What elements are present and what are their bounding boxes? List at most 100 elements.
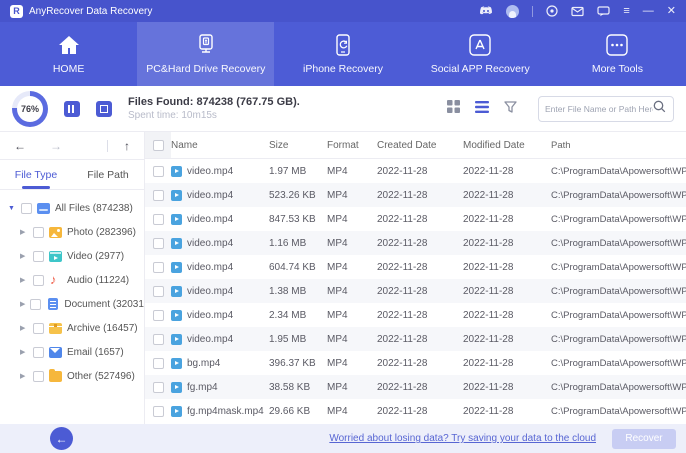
column-name[interactable]: Name	[171, 140, 269, 151]
list-view-icon[interactable]	[475, 100, 489, 118]
tab-file-type[interactable]: File Type	[0, 160, 72, 189]
filter-icon[interactable]	[504, 100, 517, 118]
app-title: AnyRecover Data Recovery	[29, 5, 153, 17]
row-checkbox[interactable]	[152, 357, 164, 369]
minimize-icon[interactable]: —	[643, 5, 654, 17]
column-path[interactable]: Path	[551, 140, 686, 151]
tree-item-all-files[interactable]: ▼ All Files (874238)	[0, 196, 144, 220]
tree-checkbox[interactable]	[33, 226, 44, 238]
row-checkbox[interactable]	[152, 309, 164, 321]
tree-item-video[interactable]: ▶ Video (2977)	[0, 244, 144, 268]
search-icon[interactable]	[653, 100, 666, 118]
menu-icon[interactable]: ≡	[623, 5, 629, 17]
select-all-checkbox[interactable]	[152, 139, 164, 151]
search-input[interactable]	[545, 103, 653, 114]
row-checkbox[interactable]	[152, 381, 164, 393]
forward-arrow-icon[interactable]: →	[50, 139, 62, 153]
row-checkbox[interactable]	[152, 189, 164, 201]
tree-item-other[interactable]: ▶ Other (527496)	[0, 364, 144, 388]
pause-button[interactable]	[64, 100, 80, 117]
close-icon[interactable]: ✕	[667, 5, 676, 17]
photo-icon	[49, 226, 62, 238]
tab-pc-hard-drive-recovery[interactable]: PC&Hard Drive Recovery	[137, 22, 275, 86]
user-avatar[interactable]	[506, 4, 520, 18]
table-row[interactable]: fg.mp4mask.mp4 29.66 KB MP4 2022-11-28 2022-…	[145, 399, 686, 423]
feedback-chat-icon[interactable]	[597, 5, 610, 17]
table-row[interactable]: video.mp4 1.16 MB MP4 2022-11-28 2022-11-28 C…	[145, 231, 686, 255]
caret-right-icon[interactable]: ▶	[20, 228, 28, 236]
file-created-date: 2022-11-28	[377, 237, 428, 249]
row-checkbox[interactable]	[152, 237, 164, 249]
mail-icon[interactable]	[571, 6, 584, 17]
column-size[interactable]: Size	[269, 140, 327, 151]
tree-checkbox[interactable]	[33, 274, 44, 286]
caret-right-icon[interactable]: ▶	[20, 324, 28, 332]
video-icon	[49, 250, 62, 262]
video-file-icon	[171, 381, 182, 393]
caret-right-icon[interactable]: ▶	[20, 276, 28, 284]
tree-checkbox[interactable]	[30, 298, 42, 310]
table-row[interactable]: bg.mp4 396.37 KB MP4 2022-11-28 2022-11-28 C:…	[145, 351, 686, 375]
file-name: video.mp4	[187, 285, 234, 297]
files-found-text: Files Found: 874238 (767.75 GB).	[128, 96, 300, 108]
table-row[interactable]: video.mp4 1.38 MB MP4 2022-11-28 2022-11-28 C…	[145, 279, 686, 303]
cloud-save-link[interactable]: Worried about losing data? Try saving yo…	[329, 433, 596, 444]
tree-item-photo[interactable]: ▶ Photo (282396)	[0, 220, 144, 244]
tab-file-path[interactable]: File Path	[72, 160, 144, 189]
file-size: 1.16 MB	[269, 237, 307, 249]
tree-item-document[interactable]: ▶ Document (32031)	[0, 292, 144, 316]
file-format: MP4	[327, 237, 348, 249]
row-checkbox[interactable]	[152, 405, 164, 417]
row-checkbox[interactable]	[152, 333, 164, 345]
file-name: bg.mp4	[187, 357, 221, 369]
file-path: C:\ProgramData\Apowersoft\WP...	[551, 333, 686, 345]
tab-iphone-recovery[interactable]: iPhone Recovery	[274, 22, 411, 86]
caret-down-icon[interactable]: ▼	[8, 205, 16, 212]
row-checkbox[interactable]	[152, 285, 164, 297]
back-arrow-icon[interactable]: ←	[14, 139, 26, 153]
caret-right-icon[interactable]: ▶	[20, 300, 25, 308]
file-size: 1.38 MB	[269, 285, 307, 297]
table-row[interactable]: video.mp4 1.95 MB MP4 2022-11-28 2022-11-28 C…	[145, 327, 686, 351]
table-row[interactable]: video.mp4 847.53 KB MP4 2022-11-28 2022-11-2…	[145, 207, 686, 231]
video-file-icon	[171, 165, 182, 177]
tree-checkbox[interactable]	[33, 322, 44, 334]
file-size: 38.58 KB	[269, 381, 311, 393]
column-format[interactable]: Format	[327, 140, 377, 151]
tree-item-email[interactable]: ▶ Email (1657)	[0, 340, 144, 364]
tree-checkbox[interactable]	[33, 370, 44, 382]
caret-right-icon[interactable]: ▶	[20, 348, 28, 356]
row-checkbox[interactable]	[152, 165, 164, 177]
table-row[interactable]: video.mp4 604.74 KB MP4 2022-11-28 2022-11-2…	[145, 255, 686, 279]
caret-right-icon[interactable]: ▶	[20, 252, 28, 260]
file-format: MP4	[327, 333, 348, 345]
column-modified-date[interactable]: Modified Date	[463, 140, 551, 151]
column-created-date[interactable]: Created Date	[377, 140, 463, 151]
tree-checkbox[interactable]	[33, 250, 44, 262]
tree-checkbox[interactable]	[33, 346, 44, 358]
recover-button[interactable]: Recover	[612, 428, 676, 449]
tree-item-archive[interactable]: ▶ Archive (16457)	[0, 316, 144, 340]
up-arrow-icon[interactable]: ↑	[124, 139, 130, 153]
file-name: video.mp4	[187, 165, 234, 177]
caret-right-icon[interactable]: ▶	[20, 372, 28, 380]
tab-home[interactable]: HOME	[0, 22, 137, 86]
tab-more-tools[interactable]: More Tools	[549, 22, 686, 86]
grid-view-icon[interactable]	[447, 99, 460, 118]
file-size: 2.34 MB	[269, 309, 307, 321]
row-checkbox[interactable]	[152, 213, 164, 225]
main-area: ← → ↑ File Type File Path ▼ All Files (87…	[0, 132, 686, 424]
tree-checkbox[interactable]	[21, 202, 32, 214]
tree-item-audio[interactable]: ▶ Audio (11224)	[0, 268, 144, 292]
discord-icon[interactable]	[479, 6, 493, 16]
stop-button[interactable]	[96, 100, 112, 117]
settings-icon[interactable]	[546, 5, 558, 17]
table-row[interactable]: video.mp4 1.97 MB MP4 2022-11-28 2022-11-28 C…	[145, 159, 686, 183]
table-row[interactable]: fg.mp4 38.58 KB MP4 2022-11-28 2022-11-28 C:\…	[145, 375, 686, 399]
table-row[interactable]: video.mp4 2.34 MB MP4 2022-11-28 2022-11-28 C…	[145, 303, 686, 327]
tab-social-app-recovery[interactable]: Social APP Recovery	[412, 22, 549, 86]
table-row[interactable]: video.mp4 523.26 KB MP4 2022-11-28 2022-11-2…	[145, 183, 686, 207]
row-checkbox[interactable]	[152, 261, 164, 273]
file-modified-date: 2022-11-28	[463, 261, 514, 273]
back-button[interactable]: ←	[50, 427, 73, 450]
